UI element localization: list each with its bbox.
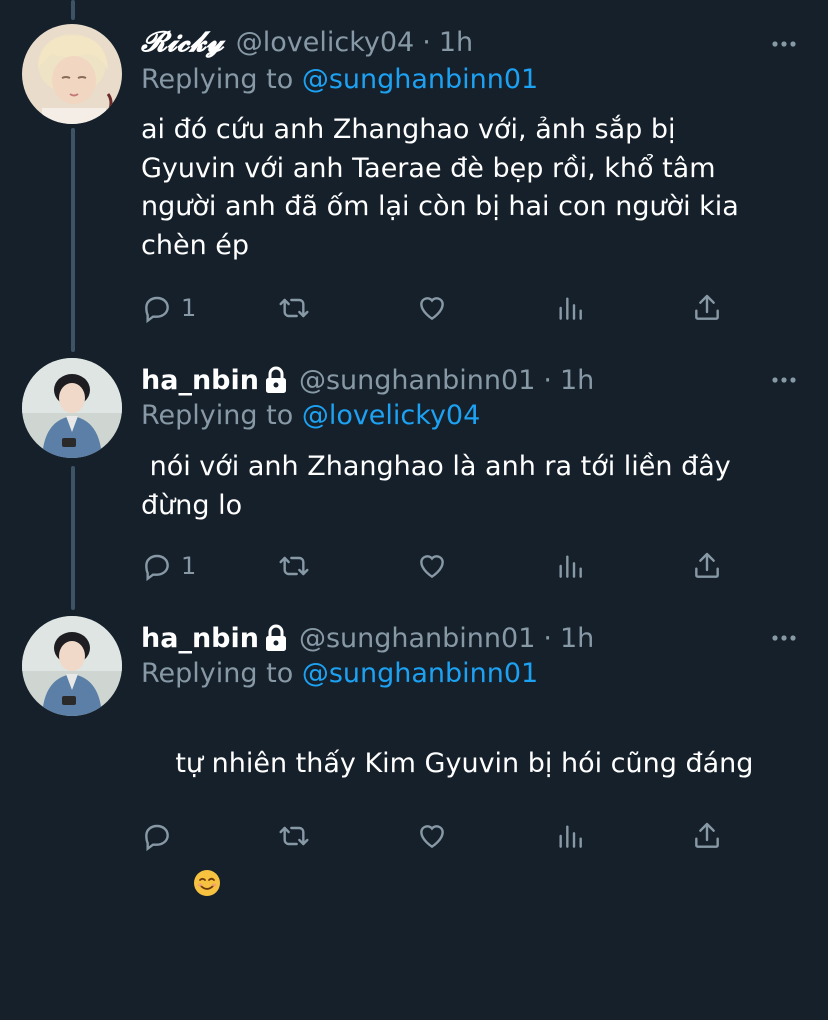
heart-icon <box>420 297 444 321</box>
reply-icon <box>145 296 169 324</box>
more-dots-icon[interactable] <box>770 366 798 394</box>
replying-to-label: Replying to <box>141 64 294 95</box>
avatar[interactable] <box>22 358 122 458</box>
separator-dot: · <box>422 26 431 58</box>
heart-icon <box>420 555 444 579</box>
analytics-icon <box>559 297 582 320</box>
reply-button[interactable] <box>141 816 173 856</box>
separator-dot: · <box>543 364 552 396</box>
tweet-1[interactable]: 𝓡𝓲𝓬𝓴𝔂 @lovelicky04 · 1h Replying to @sun… <box>0 0 828 340</box>
lock-icon <box>263 624 289 652</box>
share-icon <box>695 822 719 848</box>
lock-icon <box>263 366 289 394</box>
tweet-text: ai đó cứu anh Zhanghao với, ảnh sắp bị G… <box>141 114 739 261</box>
user-handle[interactable]: @sunghanbinn01 <box>299 623 535 654</box>
replying-to: Replying to @sunghanbinn01 <box>141 64 538 95</box>
tweet-body: tự nhiên thấy Kim Gyuvin bị hói cũng đán… <box>141 706 801 1020</box>
more-dots-icon[interactable] <box>770 624 798 652</box>
share-button[interactable] <box>691 546 723 586</box>
reply-icon <box>145 824 169 852</box>
tweet-actions: 1 <box>141 546 741 586</box>
like-button[interactable] <box>416 546 448 586</box>
reply-button[interactable]: 1 <box>141 288 196 328</box>
analytics-icon <box>559 825 582 848</box>
smiling-face-emoji <box>193 870 220 896</box>
replying-to-label: Replying to <box>141 400 294 431</box>
retweet-icon <box>279 556 309 576</box>
display-name[interactable]: ha_nbin <box>141 365 259 396</box>
timestamp[interactable]: 1h <box>560 365 594 396</box>
retweet-icon <box>279 298 309 318</box>
like-button[interactable] <box>416 288 448 328</box>
tweet-3[interactable]: ha_nbin @sunghanbinn01 · 1h Replying to … <box>0 598 828 896</box>
timestamp[interactable]: 1h <box>439 27 473 58</box>
mention-link[interactable]: @lovelicky04 <box>302 400 480 431</box>
tweet-text: tự nhiên thấy Kim Gyuvin bị hói cũng đán… <box>175 747 754 779</box>
analytics-icon <box>559 555 582 578</box>
retweet-button[interactable] <box>278 546 310 586</box>
retweet-button[interactable] <box>278 288 310 328</box>
tweet-header: ha_nbin @sunghanbinn01 · 1h <box>141 618 768 658</box>
replying-to: Replying to @lovelicky04 <box>141 400 480 431</box>
tweet-actions: 1 <box>141 288 741 328</box>
mention-link[interactable]: @sunghanbinn01 <box>302 64 538 95</box>
tweet-text: nói với anh Zhanghao là anh ra tới liền … <box>141 451 731 521</box>
display-name[interactable]: 𝓡𝓲𝓬𝓴𝔂 <box>141 25 224 59</box>
mention-link[interactable]: @sunghanbinn01 <box>302 658 538 689</box>
like-button[interactable] <box>416 816 448 856</box>
tweet-actions <box>141 816 741 856</box>
replying-to: Replying to @sunghanbinn01 <box>141 658 538 689</box>
separator-dot: · <box>543 622 552 654</box>
avatar[interactable] <box>22 616 122 716</box>
reply-count: 1 <box>181 552 197 580</box>
share-button[interactable] <box>691 816 723 856</box>
analytics-button[interactable] <box>554 288 586 328</box>
analytics-button[interactable] <box>554 816 586 856</box>
heart-icon <box>420 825 444 849</box>
tweet-header: 𝓡𝓲𝓬𝓴𝔂 @lovelicky04 · 1h <box>141 22 768 62</box>
avatar[interactable] <box>22 24 122 124</box>
reply-count: 1 <box>181 294 197 322</box>
share-button[interactable] <box>691 288 723 328</box>
reply-icon <box>145 554 169 582</box>
replying-to-label: Replying to <box>141 658 294 689</box>
display-name[interactable]: ha_nbin <box>141 623 259 654</box>
reply-button[interactable]: 1 <box>141 546 196 586</box>
retweet-button[interactable] <box>278 816 310 856</box>
analytics-button[interactable] <box>554 546 586 586</box>
tweet-header: ha_nbin @sunghanbinn01 · 1h <box>141 360 768 400</box>
share-icon <box>695 552 719 578</box>
more-dots-icon[interactable] <box>770 30 798 58</box>
user-handle[interactable]: @sunghanbinn01 <box>299 365 535 396</box>
share-icon <box>695 294 719 320</box>
timestamp[interactable]: 1h <box>560 623 594 654</box>
retweet-icon <box>279 826 309 846</box>
user-handle[interactable]: @lovelicky04 <box>236 27 414 58</box>
tweet-2[interactable]: ha_nbin @sunghanbinn01 · 1h Replying to … <box>0 340 828 598</box>
